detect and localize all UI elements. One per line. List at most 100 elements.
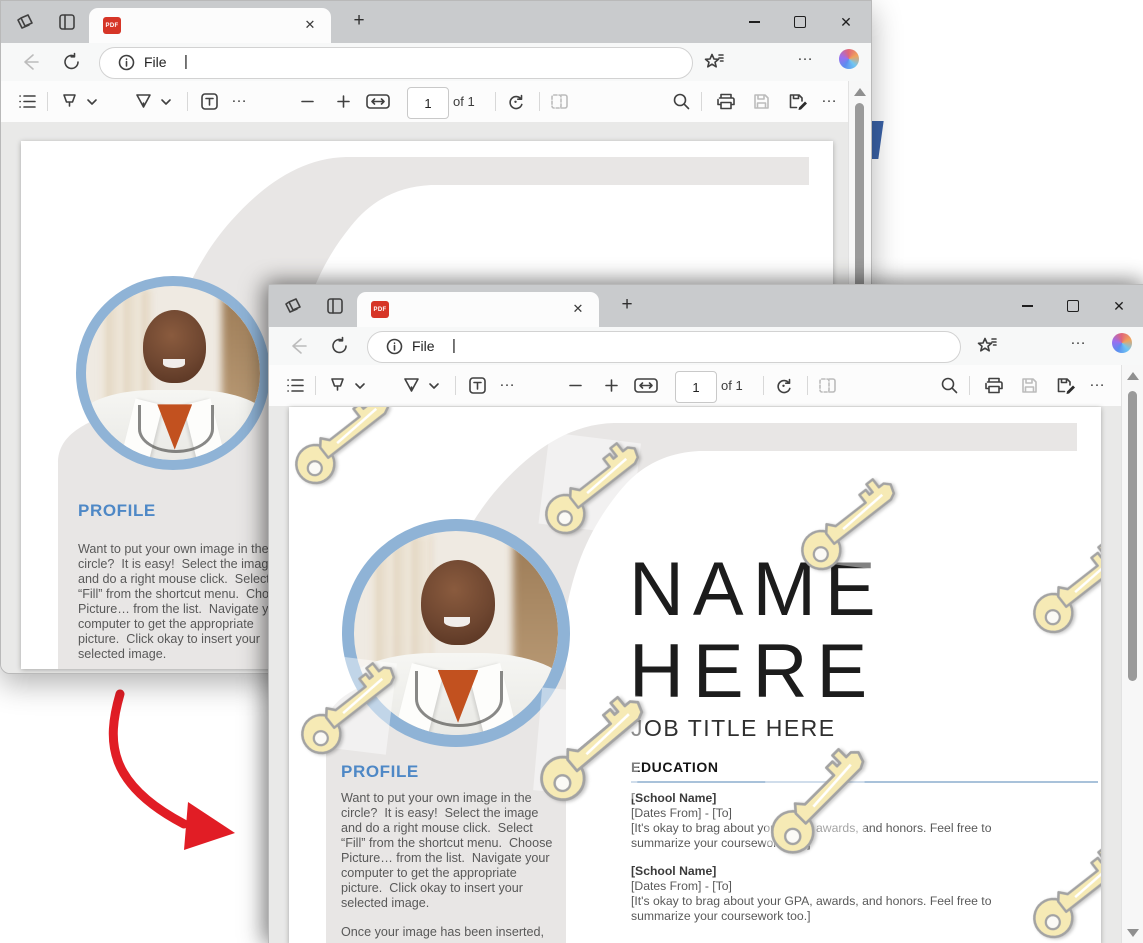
profile-text-line: selected image. (78, 647, 166, 661)
maximize-button[interactable] (1058, 294, 1088, 318)
zoom-in-icon[interactable] (601, 375, 622, 396)
pdf-toolbar: … of 1 (1, 81, 849, 123)
pdf-toolbar: … of 1 (269, 365, 1122, 407)
search-icon[interactable] (939, 375, 960, 396)
toolbar-more-icon[interactable]: … (1089, 373, 1106, 391)
profile-text-line: “Fill” from the shortcut menu. Choose (341, 836, 552, 850)
pdf-file-icon: PDF (371, 301, 389, 318)
profile-text-line: Picture… from the list. Navigate your (78, 602, 287, 616)
address-bar: File | … (1, 43, 871, 82)
school-desc: [It's okay to brag about your GPA, award… (631, 894, 991, 908)
workspaces-icon[interactable] (15, 12, 35, 32)
print-icon[interactable] (715, 91, 736, 112)
save-icon (751, 91, 772, 112)
pdf-page: PROFILE Want to put your own image in th… (289, 407, 1101, 943)
vertical-tabs-icon[interactable] (57, 12, 77, 32)
url-field[interactable]: File | (99, 47, 693, 79)
page-count-label: of 1 (453, 94, 475, 109)
draw-chevron-icon[interactable] (159, 95, 180, 116)
info-icon[interactable] (386, 338, 403, 355)
copilot-icon[interactable] (839, 49, 861, 71)
rotate-icon[interactable] (773, 375, 794, 396)
pdf-file-icon: PDF (103, 17, 121, 34)
zoom-in-icon[interactable] (333, 91, 354, 112)
settings-more-icon[interactable]: … (797, 47, 819, 69)
copilot-icon[interactable] (1112, 333, 1134, 355)
address-bar: File | … (269, 327, 1143, 366)
school-dates: [Dates From] - [To] (631, 879, 732, 893)
search-icon[interactable] (671, 91, 692, 112)
favorites-icon[interactable] (703, 51, 725, 73)
rotate-icon[interactable] (505, 91, 526, 112)
back-icon[interactable] (19, 51, 41, 73)
table-of-contents-icon[interactable] (17, 91, 38, 112)
scroll-up-icon[interactable] (854, 88, 866, 96)
zoom-out-icon[interactable] (565, 375, 586, 396)
new-tab-button[interactable]: + (349, 11, 369, 31)
refresh-icon[interactable] (61, 51, 83, 73)
profile-text-line: Want to put your own image in the (78, 542, 269, 556)
url-field[interactable]: File | (367, 331, 961, 363)
url-text: File (412, 338, 435, 354)
info-icon[interactable] (118, 54, 135, 71)
scroll-up-icon[interactable] (1127, 372, 1139, 380)
zoom-out-icon[interactable] (297, 91, 318, 112)
minimize-button[interactable] (1012, 294, 1042, 318)
new-tab-button[interactable]: + (617, 295, 637, 315)
draw-pen-icon[interactable] (133, 91, 154, 112)
text-caret: | (452, 337, 456, 354)
scrollbar-thumb[interactable] (1128, 391, 1137, 681)
table-of-contents-icon[interactable] (285, 375, 306, 396)
workspaces-icon[interactable] (283, 296, 303, 316)
profile-text-line: picture. Click okay to insert your (78, 632, 260, 646)
highlighter-icon[interactable] (327, 375, 348, 396)
add-text-icon[interactable] (467, 375, 488, 396)
scroll-down-icon[interactable] (1127, 929, 1139, 937)
profile-text-line: “Fill” from the shortcut menu. Choose (78, 587, 289, 601)
profile-text-line: Want to put your own image in the (341, 791, 532, 805)
vertical-tabs-icon[interactable] (325, 296, 345, 316)
draw-chevron-icon[interactable] (427, 379, 448, 400)
close-button[interactable]: ✕ (1104, 294, 1134, 318)
back-icon[interactable] (287, 335, 309, 357)
profile-text-line: picture. Click okay to insert your (341, 881, 523, 895)
profile-text-line: selected image. (341, 896, 429, 910)
highlighter-chevron-icon[interactable] (85, 95, 106, 116)
profile-text-line: circle? It is easy! Select the image (341, 806, 538, 820)
toolbar-more-icon[interactable]: … (821, 89, 838, 107)
highlighter-chevron-icon[interactable] (353, 379, 374, 400)
page-view-icon[interactable] (817, 375, 838, 396)
highlighter-icon[interactable] (59, 91, 80, 112)
save-as-icon[interactable] (1055, 375, 1076, 396)
refresh-icon[interactable] (329, 335, 351, 357)
tab-close-icon[interactable]: ✕ (569, 300, 587, 318)
fit-to-width-icon[interactable] (633, 375, 654, 396)
settings-more-icon[interactable]: … (1070, 331, 1092, 353)
annotation-more-icon[interactable]: … (499, 373, 516, 391)
minimize-button[interactable] (739, 10, 769, 34)
save-as-icon[interactable] (787, 91, 808, 112)
favorites-icon[interactable] (976, 335, 998, 357)
fit-to-width-icon[interactable] (365, 91, 386, 112)
page-view-icon[interactable] (549, 91, 570, 112)
profile-photo (76, 276, 270, 470)
tab-close-icon[interactable]: ✕ (301, 16, 319, 34)
school-name: [School Name] (631, 791, 716, 805)
pdf-tab[interactable]: PDF ✕ (357, 292, 599, 327)
school-name: [School Name] (631, 864, 716, 878)
profile-text-line: Once your image has been inserted, (341, 925, 544, 939)
page-number-input[interactable] (675, 371, 717, 403)
pdf-tab[interactable]: PDF ✕ (89, 8, 331, 43)
tab-strip: PDF ✕ + ✕ (269, 285, 1143, 327)
scrollbar (1121, 365, 1143, 943)
close-button[interactable]: ✕ (831, 10, 861, 34)
maximize-button[interactable] (785, 10, 815, 34)
profile-text-line: and do a right mouse click. Select (341, 821, 533, 835)
profile-text-line: computer to get the appropriate (78, 617, 254, 631)
draw-pen-icon[interactable] (401, 375, 422, 396)
add-text-icon[interactable] (199, 91, 220, 112)
page-number-input[interactable] (407, 87, 449, 119)
annotation-more-icon[interactable]: … (231, 89, 248, 107)
school-dates: [Dates From] - [To] (631, 806, 732, 820)
print-icon[interactable] (983, 375, 1004, 396)
